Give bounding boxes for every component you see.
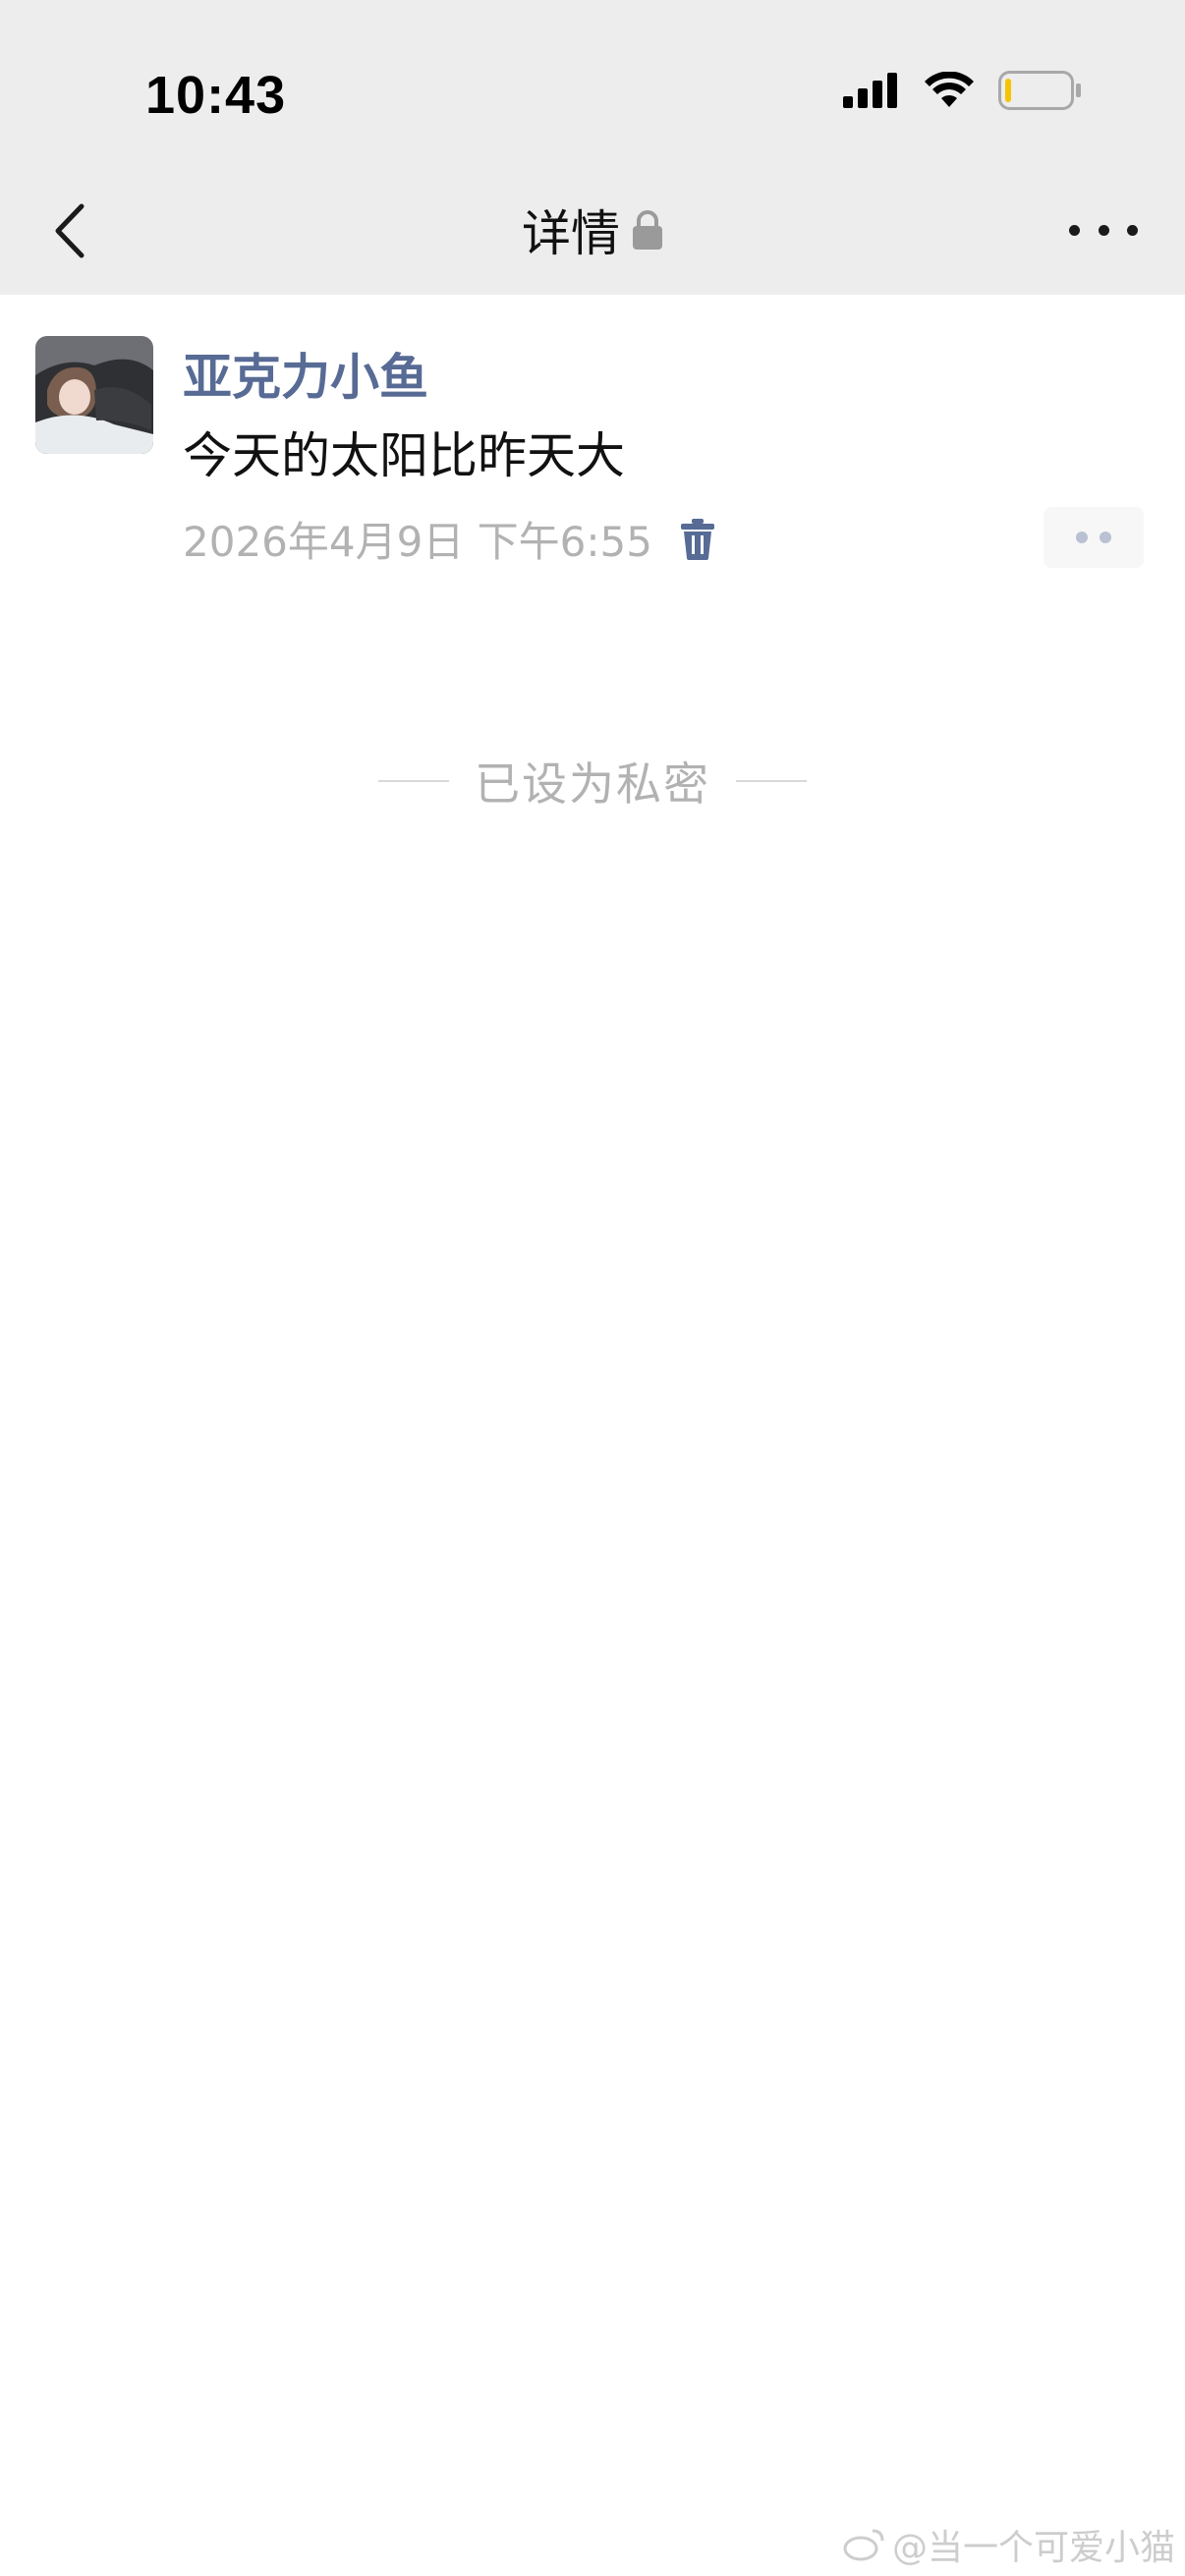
divider-left — [378, 780, 449, 782]
avatar-image — [35, 336, 153, 454]
wifi-icon — [925, 72, 974, 107]
action-dot — [1076, 532, 1088, 543]
action-dot — [1100, 532, 1111, 543]
watermark-text: @当一个可爱小猫 — [891, 2528, 1175, 2568]
avatar[interactable] — [35, 336, 153, 454]
status-time: 10:43 — [145, 66, 287, 125]
privacy-label: 已设为私密 — [475, 757, 710, 811]
page-title: 详情 — [0, 195, 1185, 265]
watermark: @当一个可爱小猫 — [843, 2519, 1175, 2570]
weibo-logo-icon — [843, 2529, 884, 2561]
post-meta: 2026年4月9日 下午6:55 — [183, 509, 717, 569]
signal-icon — [843, 73, 897, 108]
more-dot — [1098, 224, 1109, 236]
screen: 10:43 详情 亚克力小鱼 今天的太阳比昨天大 2026年4月9日 下午6:5… — [0, 0, 1185, 2576]
delete-button[interactable] — [678, 517, 717, 562]
lock-icon — [633, 210, 662, 250]
more-dot — [1127, 224, 1138, 236]
battery-icon — [998, 71, 1081, 110]
status-icons — [843, 71, 1081, 110]
page-title-text: 详情 — [522, 205, 620, 262]
divider-right — [736, 780, 807, 782]
top-bar: 10:43 详情 — [0, 0, 1185, 295]
more-button[interactable] — [1069, 210, 1138, 250]
trash-icon — [681, 518, 714, 560]
post-timestamp: 2026年4月9日 下午6:55 — [183, 518, 652, 566]
post-username[interactable]: 亚克力小鱼 — [183, 338, 428, 409]
post-content: 今天的太阳比昨天大 — [183, 427, 625, 484]
more-dot — [1069, 224, 1080, 236]
post-action-button[interactable] — [1044, 507, 1144, 568]
privacy-notice: 已设为私密 — [0, 749, 1185, 813]
